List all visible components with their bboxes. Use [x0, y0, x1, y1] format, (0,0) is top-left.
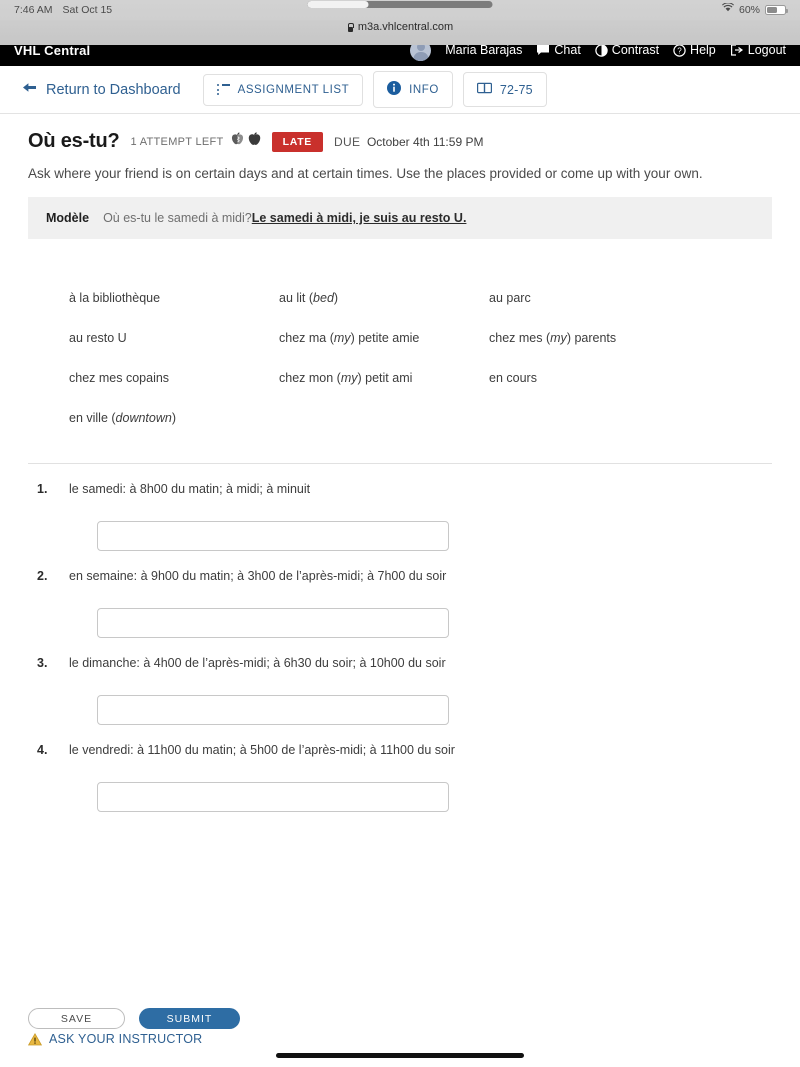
chat-icon [536, 45, 550, 56]
due-label: DUE [334, 134, 361, 149]
header-contrast-button[interactable]: Contrast [595, 45, 659, 57]
word-bank-item: en ville (downtown) [69, 411, 177, 425]
answer-input[interactable] [97, 782, 449, 812]
word-bank-item: chez mes (my) parents [489, 331, 617, 345]
assignment-list-label: ASSIGNMENT LIST [237, 83, 350, 96]
apple-rating [231, 132, 261, 151]
question-prompt: le dimanche: à 4h00 de l’après-midi; à 6… [69, 656, 446, 670]
apple-partial-icon [231, 132, 244, 151]
logout-icon [730, 45, 744, 56]
home-indicator [276, 1053, 524, 1058]
apple-full-icon [248, 132, 261, 151]
pages-label: 72-75 [499, 82, 533, 97]
word-bank-item: chez ma (my) petite amie [279, 331, 420, 345]
site-brand[interactable]: VHL Central [14, 45, 90, 58]
lock-icon [347, 22, 355, 32]
word-bank-item: au resto U [69, 331, 127, 345]
url-text: m3a.vhlcentral.com [357, 21, 454, 33]
assignment-toolbar: Return to Dashboard ASSIGNMENT LIST INFO… [0, 66, 800, 114]
attempts-left-label: 1 ATTEMPT LEFT [130, 135, 224, 148]
book-icon [476, 82, 492, 97]
due-info: DUE October 4th 11:59 PM [334, 135, 483, 149]
modele-prompt: Où es-tu le samedi à midi? [103, 211, 252, 225]
word-bank-item: chez mes copains [69, 371, 170, 385]
header-user-name[interactable]: Maria Barajas [445, 45, 522, 57]
question-item: 4. le vendredi: à 11h00 du matin; à 5h00… [28, 725, 772, 812]
status-bar-left: 7:46 AM Sat Oct 15 [14, 4, 112, 16]
contrast-icon [595, 45, 608, 57]
ask-your-instructor-label: ASK YOUR INSTRUCTOR [49, 1032, 203, 1046]
modele-content: Où es-tu le samedi à midi?Le samedi à mi… [103, 211, 466, 225]
battery-icon [765, 5, 788, 15]
word-bank-item: au parc [489, 291, 531, 305]
status-time: 7:46 AM [14, 4, 53, 16]
question-number: 4. [37, 743, 48, 757]
word-bank-item: au lit (bed) [279, 291, 339, 305]
question-number: 2. [37, 569, 48, 583]
assignment-title-row: Où es-tu? 1 ATTEMPT LEFT LATE DUE Octobe… [28, 114, 772, 159]
question-prompt: le samedi: à 8h00 du matin; à midi; à mi… [69, 482, 311, 496]
return-to-dashboard-label: Return to Dashboard [46, 81, 181, 98]
question-prompt: le vendredi: à 11h00 du matin; à 5h00 de… [69, 743, 455, 757]
status-badge: LATE [271, 131, 324, 152]
ask-your-instructor-link[interactable]: ASK YOUR INSTRUCTOR [27, 1032, 203, 1046]
modele-label: Modèle [46, 211, 90, 225]
browser-url-bar[interactable]: m3a.vhlcentral.com [0, 1, 800, 45]
submit-button[interactable]: SUBMIT [139, 1008, 240, 1029]
footer-actions: SAVE SUBMIT [0, 1008, 800, 1029]
avatar[interactable] [410, 45, 432, 61]
assignment-content: Où es-tu? 1 ATTEMPT LEFT LATE DUE Octobe… [0, 114, 800, 812]
info-button[interactable]: INFO [373, 71, 453, 108]
status-bar-right: 60% [722, 2, 788, 16]
svg-text:?: ? [677, 46, 682, 55]
status-date: Sat Oct 15 [62, 4, 113, 16]
help-icon: ? [673, 45, 686, 57]
save-button[interactable]: SAVE [28, 1008, 125, 1029]
return-to-dashboard-button[interactable]: Return to Dashboard [22, 81, 193, 98]
page-load-progress [307, 1, 493, 8]
question-number: 1. [37, 482, 48, 496]
back-arrow-icon [22, 81, 37, 98]
header-logout-button[interactable]: Logout [730, 45, 786, 57]
pages-button[interactable]: 72-75 [462, 72, 547, 107]
list-icon [216, 84, 230, 96]
due-date: October 4th 11:59 PM [366, 134, 484, 149]
answer-input[interactable] [97, 608, 449, 638]
answer-input[interactable] [97, 521, 449, 551]
question-item: 1. le samedi: à 8h00 du matin; à midi; à… [28, 464, 772, 551]
modele-box: Modèle Où es-tu le samedi à midi?Le same… [28, 197, 772, 239]
site-header: VHL Central Maria Barajas Chat Contrast … [0, 45, 800, 66]
answer-input[interactable] [97, 695, 449, 725]
header-help-button[interactable]: ? Help [673, 45, 716, 57]
site-header-nav: Maria Barajas Chat Contrast ? Help Logou… [410, 45, 786, 61]
word-bank-item: chez mon (my) petit ami [279, 371, 413, 385]
question-number: 3. [37, 656, 48, 670]
word-bank-item: à la bibliothèque [69, 291, 161, 305]
info-circle-icon [387, 81, 402, 98]
question-item: 2. en semaine: à 9h00 du matin; à 3h00 d… [28, 551, 772, 638]
modele-answer: Le samedi à midi, je suis au resto U. [251, 211, 467, 225]
word-bank-item: en cours [489, 371, 537, 385]
question-item: 3. le dimanche: à 4h00 de l’après-midi; … [28, 638, 772, 725]
wifi-icon [722, 2, 734, 15]
page-title: Où es-tu? [28, 130, 120, 152]
warning-triangle-icon [27, 1032, 43, 1046]
question-prompt: en semaine: à 9h00 du matin; à 3h00 de l… [69, 569, 447, 583]
word-bank: à la bibliothèque au lit (bed) au parc a… [28, 239, 772, 425]
battery-percent: 60% [738, 4, 760, 16]
info-label: INFO [409, 83, 439, 96]
header-chat-button[interactable]: Chat [536, 45, 581, 57]
assignment-list-button[interactable]: ASSIGNMENT LIST [202, 73, 364, 106]
directions-text: Ask where your friend is on certain days… [28, 166, 703, 181]
url-display[interactable]: m3a.vhlcentral.com [347, 21, 453, 33]
